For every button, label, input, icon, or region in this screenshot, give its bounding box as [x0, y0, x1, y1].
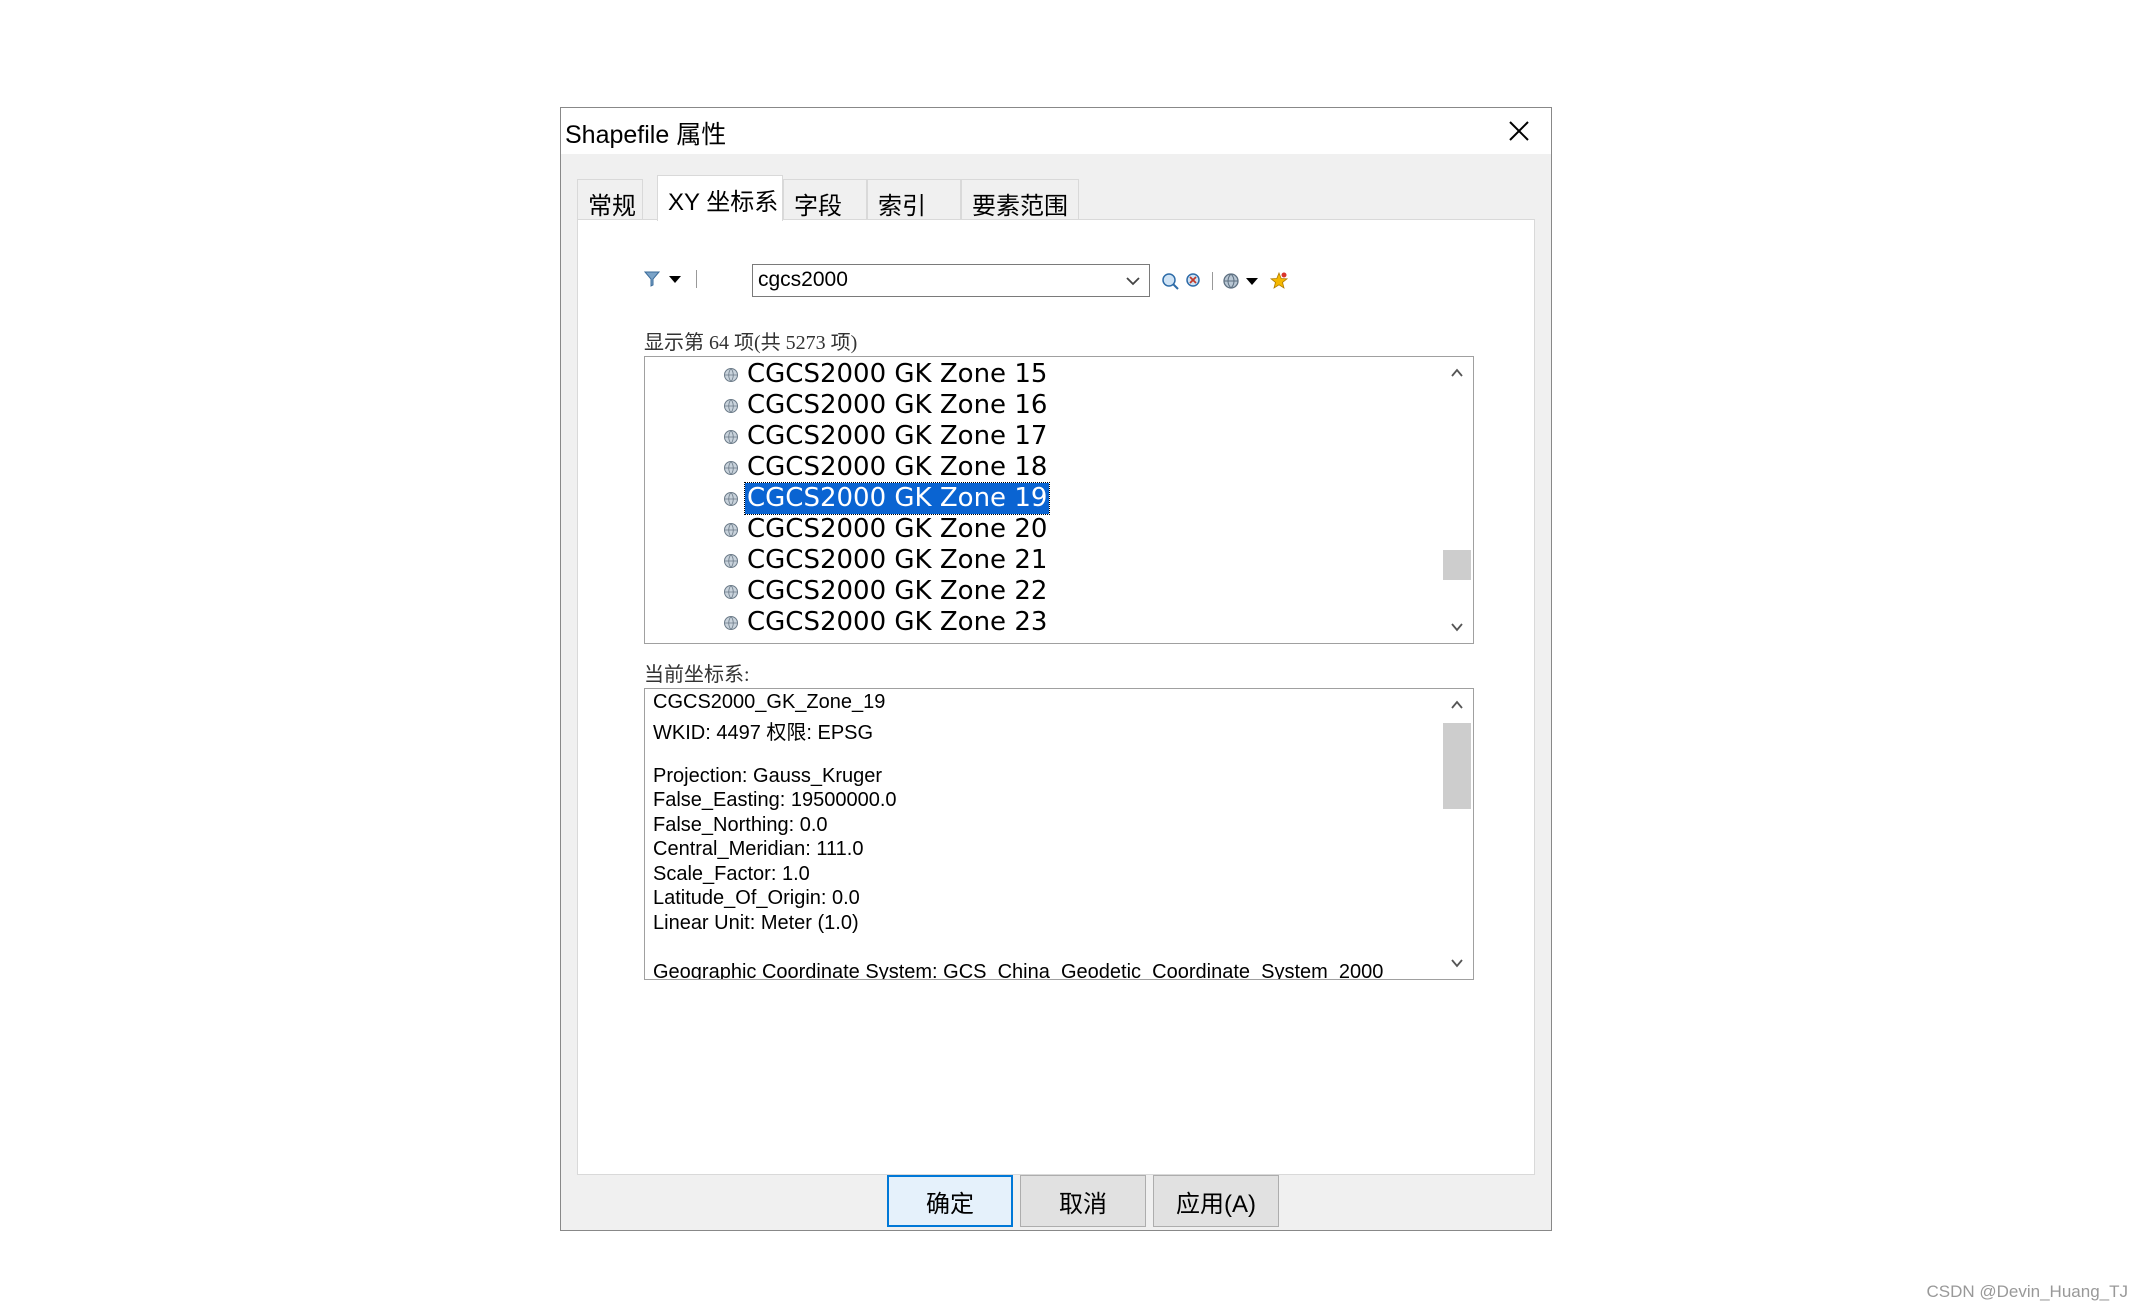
filter-icon[interactable] — [642, 269, 662, 289]
globe-icon — [724, 398, 738, 413]
chevron-down-icon — [1451, 959, 1463, 968]
details-line: Central_Meridian: 111.0 — [653, 838, 864, 860]
dropdown-arrow-icon[interactable] — [668, 272, 682, 286]
toolbar-separator — [1212, 272, 1213, 290]
details-line: Linear Unit: Meter (1.0) — [653, 911, 859, 934]
chevron-down-icon[interactable] — [1123, 271, 1143, 291]
watermark: CSDN @Devin_Huang_TJ — [1926, 1282, 2128, 1301]
close-button[interactable] — [1491, 108, 1547, 154]
list-item[interactable]: CGCS2000 GK Zone 20 — [723, 514, 1049, 545]
details-line: Latitude_Of_Origin: 0.0 — [653, 887, 860, 909]
coordinate-system-details: CGCS2000_GK_Zone_19 WKID: 4497 权限: EPSG Pr… — [644, 688, 1474, 980]
tab-indexes[interactable]: 索引 — [867, 179, 961, 220]
toolbar-separator — [696, 270, 697, 288]
search-globe-icon[interactable] — [1160, 271, 1180, 291]
list-item-label: CGCS2000 GK Zone 23 — [747, 607, 1048, 637]
list-scroll-thumb[interactable] — [1443, 549, 1471, 580]
search-input[interactable]: cgcs2000 — [758, 268, 848, 292]
list-item-label: CGCS2000 GK Zone 16 — [747, 390, 1048, 420]
tab-fields[interactable]: 字段 — [783, 179, 867, 220]
details-line: Geographic Coordinate System: GCS_China_… — [653, 960, 1384, 980]
list-item[interactable]: CGCS2000 GK Zone 18 — [723, 452, 1049, 483]
scroll-down-button[interactable] — [1441, 947, 1473, 979]
details-scrollbar[interactable] — [1441, 689, 1473, 979]
list-item[interactable]: CGCS2000 GK Zone 21 — [723, 545, 1049, 576]
scroll-down-button[interactable] — [1441, 611, 1473, 643]
list-item-label: CGCS2000 GK Zone 22 — [747, 576, 1048, 606]
dialog-title: Shapefile 属性 — [565, 121, 727, 149]
tab-feature-extent[interactable]: 要素范围 — [961, 179, 1079, 220]
globe-add-icon[interactable] — [1221, 271, 1241, 291]
details-line: False_Northing: 0.0 — [653, 813, 828, 836]
list-item-label: CGCS2000 GK Zone 21 — [747, 545, 1048, 575]
globe-icon — [724, 584, 738, 599]
list-item-label: CGCS2000 GK Zone 15 — [747, 359, 1048, 389]
favorite-star-icon[interactable] — [1269, 271, 1289, 291]
close-icon — [1509, 121, 1529, 141]
ok-button[interactable]: 确定 — [887, 1175, 1013, 1227]
list-item[interactable]: CGCS2000 GK Zone 16 — [723, 390, 1049, 421]
details-line: False_Easting: 19500000.0 — [653, 789, 897, 811]
list-item[interactable]: CGCS2000 GK Zone 17 — [723, 421, 1049, 452]
tab-panel-xy: cgcs2000 显示第 64 项(共 5273 项) CGCS2000 GK … — [577, 219, 1535, 1175]
list-item-label: CGCS2000 GK Zone 18 — [747, 452, 1048, 482]
cancel-button[interactable]: 取消 — [1020, 1175, 1146, 1227]
globe-icon — [724, 615, 738, 630]
apply-button[interactable]: 应用(A) — [1153, 1175, 1279, 1227]
chevron-down-icon — [1451, 623, 1463, 632]
globe-icon — [724, 367, 738, 382]
scroll-up-button[interactable] — [1441, 689, 1473, 721]
scroll-up-button[interactable] — [1441, 357, 1473, 389]
list-item[interactable]: CGCS2000 GK Zone 22 — [723, 576, 1049, 607]
chevron-up-icon — [1451, 700, 1463, 709]
globe-icon — [724, 491, 738, 506]
tab-general[interactable]: 常规 — [577, 179, 643, 220]
clear-search-icon[interactable] — [1184, 271, 1204, 291]
globe-icon — [724, 460, 738, 475]
details-scroll-thumb[interactable] — [1443, 723, 1471, 809]
list-item-label: CGCS2000 GK Zone 20 — [747, 514, 1048, 544]
details-line: Projection: Gauss_Kruger — [653, 764, 883, 787]
title-bar: Shapefile 属性 — [561, 108, 1551, 154]
list-count-label: 显示第 64 项(共 5273 项) — [644, 332, 858, 354]
globe-icon — [724, 553, 738, 568]
filter-toolbar — [642, 266, 697, 292]
list-scrollbar[interactable] — [1441, 357, 1473, 643]
chevron-up-icon — [1451, 368, 1463, 377]
dropdown-arrow-icon[interactable] — [1245, 274, 1259, 288]
tab-xy-coordinate-system[interactable]: XY 坐标系 — [657, 175, 783, 221]
details-line: WKID: 4497 权限: EPSG — [653, 721, 874, 744]
coordinate-system-list[interactable]: CGCS2000 GK Zone 15 CGCS2000 GK Zone 16 CG… — [644, 356, 1474, 644]
search-combobox[interactable]: cgcs2000 — [752, 264, 1150, 297]
list-item[interactable]: CGCS2000 GK Zone 23 — [723, 607, 1049, 638]
globe-icon — [724, 429, 738, 444]
current-coordinate-system-label: 当前坐标系: — [644, 664, 750, 686]
list-item-label: CGCS2000 GK Zone 17 — [747, 421, 1048, 451]
details-line: Scale_Factor: 1.0 — [653, 862, 810, 885]
globe-icon — [724, 522, 738, 537]
shapefile-properties-dialog: Shapefile 属性 常规 XY 坐标系 字段 索引 要素范围 cgcs20… — [560, 107, 1552, 1231]
list-item[interactable]: CGCS2000 GK Zone 19 — [723, 482, 1051, 515]
details-line: CGCS2000_GK_Zone_19 — [653, 691, 886, 713]
list-item[interactable]: CGCS2000 GK Zone 15 — [723, 359, 1049, 390]
search-toolbar — [1160, 268, 1289, 294]
list-item-label: CGCS2000 GK Zone 19 — [743, 482, 1051, 515]
